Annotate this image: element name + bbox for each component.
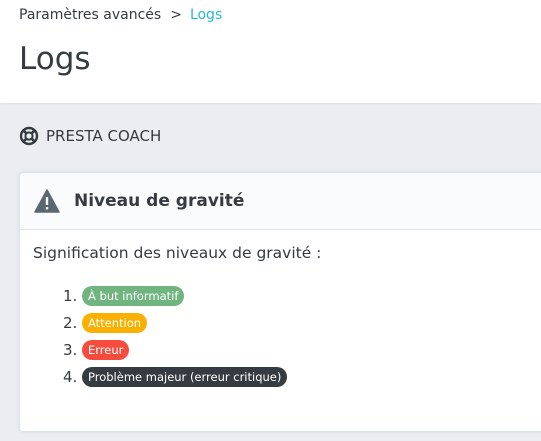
level-number: 2. — [63, 313, 78, 332]
severity-card: Niveau de gravité Signification des nive… — [19, 172, 541, 432]
breadcrumb: Paramètres avancés > Logs — [19, 7, 222, 23]
severity-intro: Signification des niveaux de gravité : — [33, 244, 322, 262]
page-header: Paramètres avancés > Logs Logs — [0, 0, 541, 103]
severity-badge-error: Erreur — [82, 339, 130, 360]
level-number: 1. — [63, 286, 78, 305]
severity-card-title: Niveau de gravité — [74, 191, 245, 211]
level-number: 4. — [63, 367, 78, 386]
list-item: 4. Problème majeur (erreur critique) — [63, 363, 541, 390]
severity-badge-warning: Attention — [82, 312, 148, 333]
breadcrumb-parent-link[interactable]: Paramètres avancés — [19, 7, 161, 23]
level-number: 3. — [63, 340, 78, 359]
presta-coach-label: PRESTA COACH — [46, 127, 162, 145]
list-item: 2. Attention — [63, 309, 541, 336]
list-item: 1. À but informatif — [63, 282, 541, 309]
presta-coach-link[interactable]: PRESTA COACH — [19, 126, 161, 146]
breadcrumb-separator: > — [170, 7, 182, 23]
severity-card-header: Niveau de gravité — [20, 173, 541, 230]
lifebuoy-icon — [19, 126, 39, 146]
severity-levels-list: 1. À but informatif 2. Attention 3. Erre… — [33, 282, 541, 390]
warning-icon — [34, 189, 60, 213]
breadcrumb-current[interactable]: Logs — [190, 7, 222, 23]
severity-card-body: Signification des niveaux de gravité : 1… — [20, 230, 541, 390]
page-title: Logs — [19, 41, 91, 77]
list-item: 3. Erreur — [63, 336, 541, 363]
severity-badge-critical: Problème majeur (erreur critique) — [82, 366, 288, 387]
severity-badge-info: À but informatif — [82, 285, 185, 306]
